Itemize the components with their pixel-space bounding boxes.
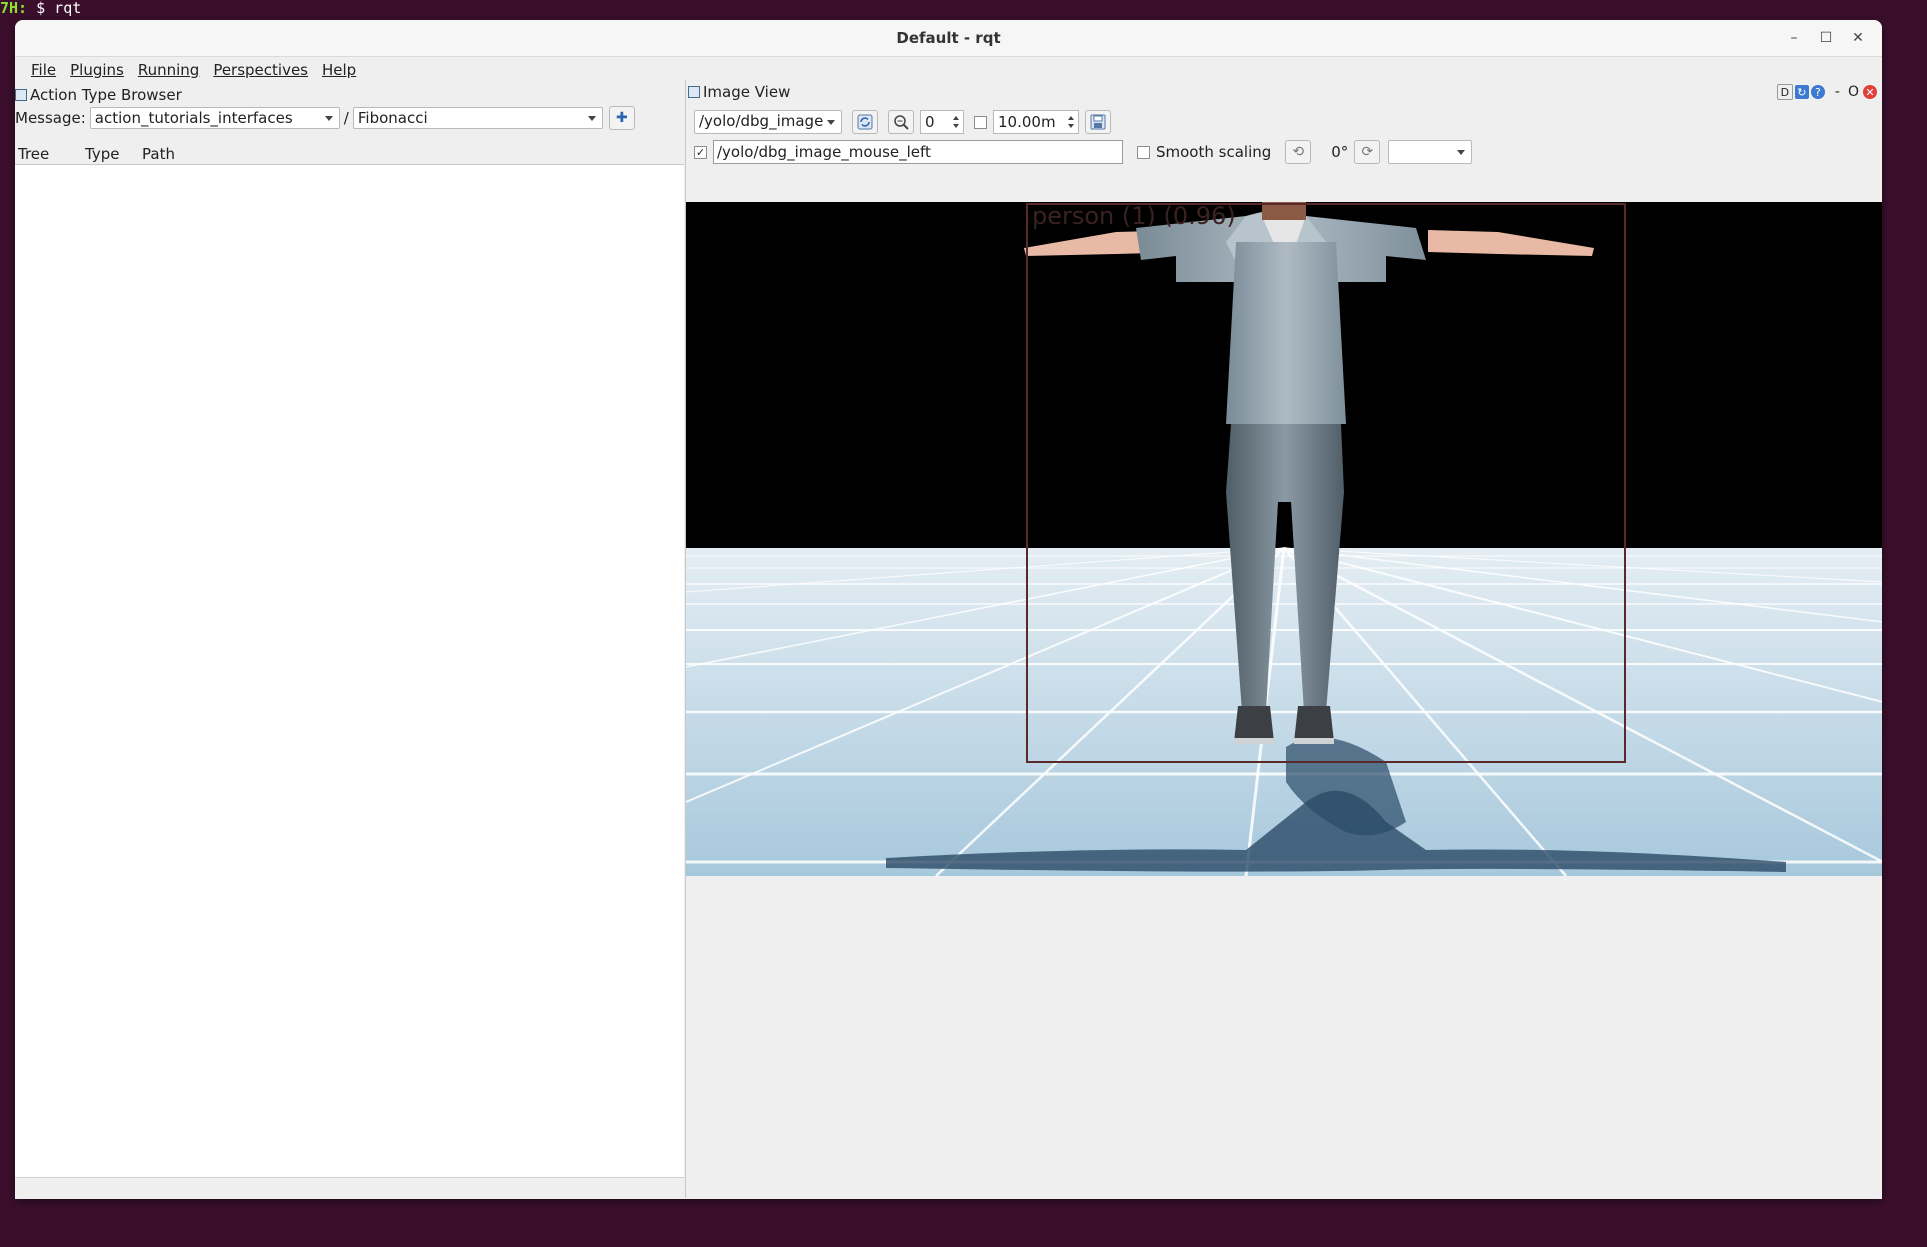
menu-file[interactable]: File — [25, 59, 62, 81]
package-combo[interactable]: action_tutorials_interfaces — [89, 107, 340, 129]
rotate-right-icon: ⟳ — [1361, 144, 1374, 160]
zoom-icon — [894, 115, 909, 130]
chevron-down-icon — [1457, 150, 1466, 155]
chevron-down-icon — [827, 120, 835, 125]
tree-header: Tree Type Path — [15, 144, 684, 165]
float-plugin-button[interactable]: O — [1848, 84, 1859, 100]
smooth-scaling-label: Smooth scaling — [1156, 143, 1272, 161]
terminal-prompt: 7H: $ rqt — [0, 0, 82, 17]
detection-label: person (1) (0.96) — [1032, 202, 1236, 230]
rotate-left-icon: ⟲ — [1292, 144, 1305, 160]
message-label: Message: — [15, 109, 86, 127]
rotate-right-button[interactable]: ⟳ — [1354, 140, 1381, 164]
window-titlebar[interactable]: Default - rqt – ☐ ✕ — [15, 20, 1882, 57]
rotate-left-button[interactable]: ⟲ — [1285, 140, 1312, 164]
camera-image: person (1) (0.96) — [686, 202, 1882, 876]
zoom-spinbox[interactable]: 0 — [920, 110, 964, 134]
column-path[interactable]: Path — [139, 144, 206, 164]
menu-help[interactable]: Help — [316, 59, 362, 81]
menu-plugins[interactable]: Plugins — [64, 59, 130, 81]
window-title: Default - rqt — [896, 29, 1001, 47]
image-view-title: Image View — [703, 83, 791, 101]
menu-running[interactable]: Running — [132, 59, 205, 81]
rotation-label: 0° — [1331, 143, 1349, 161]
dock-d-button[interactable]: D — [1776, 84, 1793, 100]
column-type[interactable]: Type — [82, 144, 139, 164]
column-tree[interactable]: Tree — [15, 144, 82, 164]
close-window-button[interactable]: ✕ — [1844, 20, 1872, 56]
timeout-spinbox[interactable]: 10.00m — [993, 110, 1079, 134]
rqt-window: Default - rqt – ☐ ✕ File Plugins Running… — [15, 20, 1882, 1199]
maximize-button[interactable]: ☐ — [1812, 20, 1840, 56]
spin-up-icon[interactable] — [1068, 116, 1074, 120]
action-browser-title: Action Type Browser — [30, 86, 182, 104]
save-image-icon — [1090, 114, 1106, 130]
chevron-down-icon — [587, 116, 596, 121]
close-plugin-button[interactable]: ✕ — [1863, 85, 1877, 99]
spin-up-icon[interactable] — [953, 116, 959, 120]
package-separator: / — [343, 109, 349, 127]
message-row: Message: action_tutorials_interfaces / F… — [15, 106, 635, 130]
minimize-button[interactable]: – — [1780, 20, 1808, 56]
image-view-panel: Image View D ↻ ? - O ✕ /yolo/dbg_image 0 — [685, 80, 1882, 1198]
action-browser-header: Action Type Browser — [15, 86, 182, 104]
mouse-topic-input[interactable]: /yolo/dbg_image_mouse_left — [713, 140, 1123, 164]
topic-combo[interactable]: /yolo/dbg_image — [694, 110, 842, 134]
action-combo[interactable]: Fibonacci — [352, 107, 603, 129]
zoom-button[interactable] — [888, 110, 914, 134]
status-bar — [15, 1177, 684, 1198]
image-view-toolbar-2: ✓ /yolo/dbg_image_mouse_left Smooth scal… — [694, 139, 1473, 165]
refresh-topics-button[interactable] — [852, 110, 878, 134]
menu-perspectives[interactable]: Perspectives — [207, 59, 314, 81]
action-type-browser-panel: Action Type Browser Message: action_tuto… — [15, 84, 684, 1198]
image-view-header: Image View — [688, 83, 790, 101]
chevron-down-icon — [324, 116, 333, 121]
plugin-corner-controls: D ↻ ? - O ✕ — [1776, 83, 1877, 101]
save-image-button[interactable] — [1085, 110, 1111, 134]
help-icon[interactable]: ? — [1810, 85, 1825, 99]
plus-icon: ✚ — [615, 110, 628, 126]
plugin-icon — [15, 89, 27, 101]
image-view-toolbar-1: /yolo/dbg_image 0 10.00m — [694, 109, 1111, 135]
refresh-icon — [857, 114, 873, 130]
timeout-checkbox[interactable] — [974, 115, 987, 129]
mouse-topic-checkbox[interactable]: ✓ — [694, 145, 707, 159]
action-tree-view[interactable] — [15, 144, 684, 1185]
smooth-scaling-checkbox[interactable] — [1137, 145, 1150, 159]
spin-down-icon[interactable] — [953, 124, 959, 128]
monitor-icon — [688, 86, 700, 98]
add-action-button[interactable]: ✚ — [608, 106, 635, 130]
minimize-plugin-button[interactable]: - — [1835, 84, 1840, 100]
image-display[interactable]: person (1) (0.96) — [686, 202, 1882, 876]
spin-down-icon[interactable] — [1068, 124, 1074, 128]
color-scheme-combo[interactable] — [1388, 140, 1473, 164]
reload-icon[interactable]: ↻ — [1794, 85, 1809, 99]
